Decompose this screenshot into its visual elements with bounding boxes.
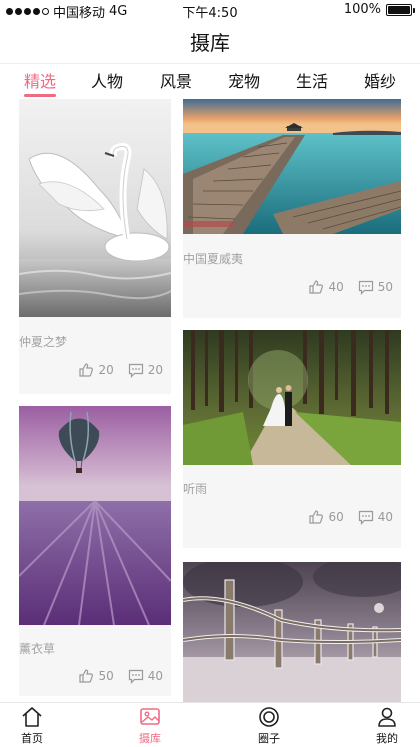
battery-icon <box>386 3 415 16</box>
photo-card-lavender[interactable]: 薰衣草 50 40 <box>19 406 171 696</box>
photo-card-frosty-fence[interactable] <box>183 562 401 702</box>
card-image-swan[interactable] <box>19 99 171 317</box>
card-image-pier[interactable] <box>183 99 401 234</box>
like-count: 20 <box>98 363 114 377</box>
tab-landscape[interactable]: 风景 <box>160 68 192 92</box>
card-image-lavender[interactable] <box>19 406 171 625</box>
tab-label: 摄库 <box>139 732 161 745</box>
user-icon <box>378 707 396 727</box>
tab-gallery[interactable]: 摄库 <box>125 706 175 746</box>
thumbs-up-icon <box>309 510 324 524</box>
gallery-icon <box>140 708 160 725</box>
comment-icon <box>358 510 373 525</box>
tab-people[interactable]: 人物 <box>91 68 123 92</box>
card-stats: 40 50 <box>308 279 393 295</box>
tab-label: 我的 <box>376 732 398 745</box>
card-title: 听雨 <box>183 482 208 496</box>
comment-button[interactable]: 40 <box>358 509 393 525</box>
comment-count: 40 <box>377 510 393 524</box>
card-title: 中国夏威夷 <box>183 252 244 266</box>
comment-icon <box>358 280 373 295</box>
tab-pets[interactable]: 宠物 <box>228 68 260 92</box>
card-stats: 50 40 <box>78 668 163 684</box>
card-stats: 60 40 <box>308 509 393 525</box>
tab-wedding[interactable]: 婚纱 <box>364 68 396 92</box>
tab-home[interactable]: 首页 <box>7 706 57 746</box>
tab-featured[interactable]: 精选 <box>24 68 57 97</box>
card-title: 仲夏之梦 <box>19 335 68 349</box>
photo-feed[interactable]: 仲夏之梦 20 20 中国夏威夷 40 50 听雨 60 40 薰衣草 50 4… <box>0 97 420 702</box>
card-title: 薰衣草 <box>19 642 56 656</box>
tab-label: 精选 <box>24 72 57 91</box>
comment-count: 50 <box>377 280 393 294</box>
like-button[interactable]: 50 <box>78 668 114 684</box>
status-right: 100% <box>343 2 415 17</box>
comment-icon <box>128 363 143 378</box>
like-count: 50 <box>98 669 114 683</box>
tab-label: 圈子 <box>258 732 280 745</box>
like-button[interactable]: 20 <box>78 362 114 378</box>
thumbs-up-icon <box>309 280 324 294</box>
like-count: 60 <box>328 510 344 524</box>
card-image-frosty-fence[interactable] <box>183 562 401 702</box>
nav-bar: 摄库 <box>0 20 420 64</box>
thumbs-up-icon <box>79 669 94 683</box>
status-bar: 中国移动 4G 下午4:50 100% <box>0 0 420 21</box>
tab-life[interactable]: 生活 <box>296 68 328 92</box>
photo-card-pier[interactable]: 中国夏威夷 40 50 <box>183 99 401 318</box>
comment-count: 20 <box>147 363 163 377</box>
comment-button[interactable]: 50 <box>358 279 393 295</box>
home-icon <box>22 707 42 727</box>
like-count: 40 <box>328 280 344 294</box>
photo-card-swan[interactable]: 仲夏之梦 20 20 <box>19 99 171 394</box>
tab-label: 首页 <box>21 732 43 745</box>
battery-percent: 100% <box>343 2 381 17</box>
circle-icon <box>259 707 279 727</box>
like-button[interactable]: 40 <box>308 279 344 295</box>
comment-icon <box>128 669 143 684</box>
card-stats: 20 20 <box>78 362 163 378</box>
thumbs-up-icon <box>79 363 94 377</box>
comment-button[interactable]: 40 <box>128 668 163 684</box>
comment-count: 40 <box>147 669 163 683</box>
tab-circle[interactable]: 圈子 <box>244 706 294 746</box>
bottom-tab-bar: 首页 摄库 圈子 我的 <box>0 702 420 747</box>
like-button[interactable]: 60 <box>308 509 344 525</box>
comment-button[interactable]: 20 <box>128 362 163 378</box>
card-image-forest-couple[interactable] <box>183 330 401 465</box>
category-tabs: 精选 人物 风景 宠物 生活 婚纱 <box>0 64 420 97</box>
tab-me[interactable]: 我的 <box>362 706 412 746</box>
page-title: 摄库 <box>190 31 230 55</box>
photo-card-forest-couple[interactable]: 听雨 60 40 <box>183 330 401 548</box>
